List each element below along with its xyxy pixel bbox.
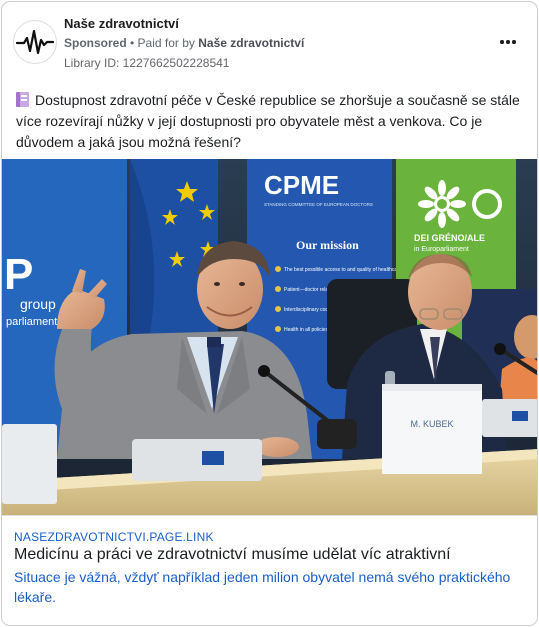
sponsored-label[interactable]: Sponsored — [64, 36, 127, 50]
sponsored-line: Sponsored • Paid for by Naše zdravotnict… — [64, 36, 304, 50]
cpme-mission-heading: Our mission — [296, 238, 359, 252]
cpme-logo: CPME — [264, 170, 339, 200]
page-avatar[interactable] — [13, 20, 57, 64]
greens-logo-line2: in Europarliament — [414, 246, 469, 253]
ad-card: Naše zdravotnictví Sponsored • Paid for … — [1, 1, 538, 626]
post-header: Naše zdravotnictví Sponsored • Paid for … — [2, 2, 537, 76]
name-card-text: M. KUBEK — [410, 419, 453, 429]
link-description[interactable]: Situace je vážná, vždyť například jeden … — [14, 567, 526, 607]
conference-photo: P group parliament CPME STANDING COMMITT… — [2, 159, 537, 515]
greens-logo-line1: DEI GRÉNO/ALE — [414, 233, 485, 243]
post-image[interactable]: P group parliament CPME STANDING COMMITT… — [2, 159, 537, 515]
ellipsis-icon[interactable] — [494, 32, 522, 52]
name-card — [382, 384, 482, 474]
left-banner-line1: group — [20, 296, 56, 312]
book-emoji-icon — [16, 92, 29, 107]
paid-for-prefix: • Paid for by — [126, 36, 199, 50]
post-body: Dostupnost zdravotní péče v České republ… — [16, 90, 528, 153]
cpme-subtitle: STANDING COMMITTEE OF EUROPEAN DOCTORS — [264, 202, 373, 207]
cpme-item-4: Health in all policies — [284, 327, 329, 333]
page-name[interactable]: Naše zdravotnictví — [64, 16, 179, 31]
post-body-text: Dostupnost zdravotní péče v České republ… — [16, 92, 520, 150]
left-banner-line2: parliament — [6, 316, 57, 328]
link-preview[interactable]: NASEZDRAVOTNICTVI.PAGE.LINK Medicínu a p… — [2, 515, 537, 625]
left-banner-logo: P — [4, 250, 33, 299]
link-domain[interactable]: NASEZDRAVOTNICTVI.PAGE.LINK — [14, 530, 214, 544]
library-id: Library ID: 1227662502228541 — [64, 56, 230, 70]
link-title[interactable]: Medicínu a práci ve zdravotnictví musíme… — [14, 546, 451, 564]
paid-for-name[interactable]: Naše zdravotnictví — [198, 36, 304, 50]
heartbeat-icon — [16, 29, 54, 55]
